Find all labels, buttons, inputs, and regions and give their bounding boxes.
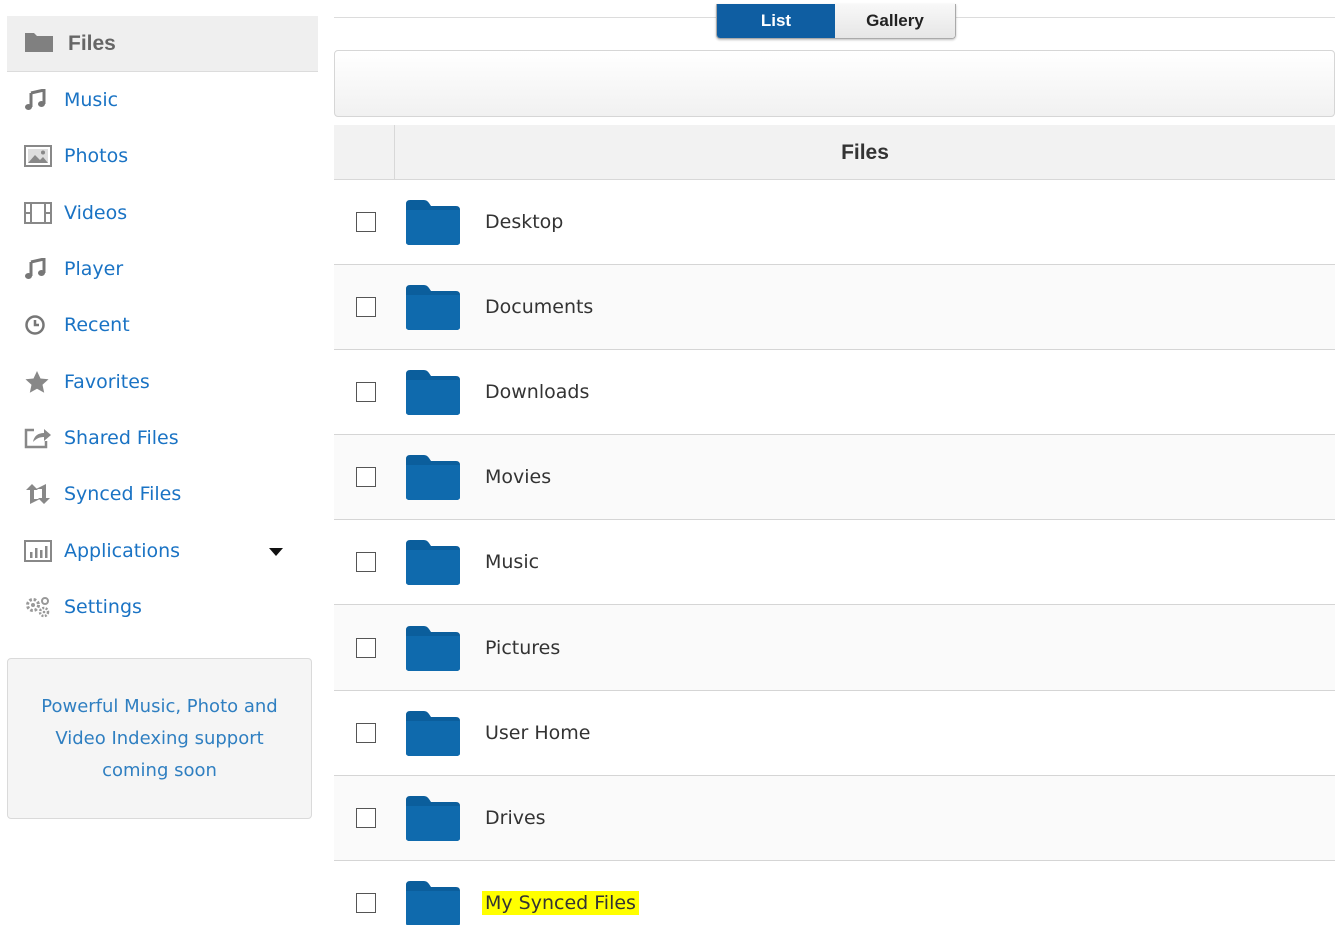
view-toggle: List Gallery	[716, 4, 956, 39]
folder-icon[interactable]	[404, 624, 462, 672]
sidebar-item-label: Favorites	[64, 370, 150, 393]
sidebar-item-favorites[interactable]: Favorites	[7, 353, 318, 409]
film-icon	[24, 201, 52, 225]
file-name[interactable]: Pictures	[482, 636, 563, 660]
clock-icon	[24, 313, 52, 337]
file-name[interactable]: Desktop	[482, 210, 566, 234]
row-checkbox[interactable]	[356, 552, 376, 573]
row-checkbox[interactable]	[356, 722, 376, 743]
sidebar-item-label: Files	[68, 31, 116, 55]
folder-icon	[24, 31, 54, 57]
gears-icon	[24, 595, 52, 619]
table-row[interactable]: Documents	[334, 265, 1335, 351]
sidebar-item-label: Settings	[64, 595, 142, 618]
gallery-view-button[interactable]: Gallery	[835, 4, 955, 38]
music-note-icon	[24, 88, 52, 112]
table-row[interactable]: Pictures	[334, 605, 1335, 691]
folder-icon[interactable]	[404, 283, 462, 331]
sidebar-item-applications[interactable]: Applications	[7, 522, 318, 578]
sidebar-item-label: Applications	[64, 539, 181, 562]
sidebar-item-label: Photos	[64, 145, 129, 168]
column-header-files[interactable]: Files	[395, 125, 1335, 180]
table-row[interactable]: User Home	[334, 691, 1335, 776]
folder-icon[interactable]	[404, 879, 462, 925]
files-table: Files Desktop Documents Downloads Movies Mus…	[334, 125, 1335, 925]
sidebar-item-music[interactable]: Music	[7, 72, 318, 128]
sidebar-item-videos[interactable]: Videos	[7, 185, 318, 241]
table-row[interactable]: Music	[334, 520, 1335, 606]
row-checkbox[interactable]	[356, 297, 376, 318]
file-name[interactable]: Movies	[482, 465, 554, 489]
sidebar-item-label: Shared Files	[64, 426, 179, 449]
sidebar-item-label: Player	[64, 258, 124, 281]
sidebar-item-synced-files[interactable]: Synced Files	[7, 466, 318, 522]
sidebar-item-recent[interactable]: Recent	[7, 297, 318, 353]
table-row[interactable]: Desktop	[334, 180, 1335, 266]
sidebar-item-settings[interactable]: Settings	[7, 579, 318, 635]
star-icon	[24, 370, 52, 394]
sidebar: Files Music Photos Videos Player Recent	[7, 16, 318, 635]
sync-icon	[24, 482, 52, 506]
file-name[interactable]: Downloads	[482, 380, 592, 404]
folder-icon[interactable]	[404, 709, 462, 757]
file-name[interactable]: Documents	[482, 295, 596, 319]
photo-icon	[24, 144, 52, 168]
file-name[interactable]: Drives	[482, 806, 549, 830]
table-row[interactable]: Drives	[334, 775, 1335, 861]
table-row[interactable]: Downloads	[334, 350, 1335, 436]
sidebar-item-label: Synced Files	[64, 483, 182, 506]
row-checkbox[interactable]	[356, 212, 376, 233]
folder-icon[interactable]	[404, 198, 462, 246]
toolbar	[334, 50, 1335, 117]
folder-icon[interactable]	[404, 368, 462, 416]
list-view-button[interactable]: List	[717, 4, 835, 38]
row-checkbox[interactable]	[356, 807, 376, 828]
table-header: Files	[334, 125, 1335, 180]
row-checkbox[interactable]	[356, 893, 376, 914]
promo-box: Powerful Music, Photo and Video Indexing…	[7, 658, 312, 819]
row-checkbox[interactable]	[356, 382, 376, 403]
row-checkbox[interactable]	[356, 637, 376, 658]
file-name[interactable]: My Synced Files	[482, 891, 639, 916]
sidebar-item-files[interactable]: Files	[7, 16, 318, 72]
sidebar-item-photos[interactable]: Photos	[7, 128, 318, 184]
folder-icon[interactable]	[404, 538, 462, 586]
file-name[interactable]: User Home	[482, 721, 593, 745]
sidebar-item-label: Music	[64, 89, 119, 112]
share-icon	[24, 426, 52, 450]
table-row[interactable]: Movies	[334, 435, 1335, 521]
row-checkbox[interactable]	[356, 467, 376, 488]
folder-icon[interactable]	[404, 453, 462, 501]
sidebar-item-label: Recent	[64, 314, 130, 337]
folder-icon[interactable]	[404, 794, 462, 842]
chart-icon	[24, 539, 52, 563]
file-name[interactable]: Music	[482, 550, 542, 574]
sidebar-item-label: Videos	[64, 201, 128, 224]
sidebar-item-player[interactable]: Player	[7, 241, 318, 297]
promo-text: Powerful Music, Photo and Video Indexing…	[41, 695, 278, 781]
music-note-icon	[24, 257, 52, 281]
table-body: Desktop Documents Downloads Movies Music Pict…	[334, 180, 1335, 925]
sidebar-item-shared-files[interactable]: Shared Files	[7, 410, 318, 466]
chevron-down-icon[interactable]	[269, 548, 283, 557]
table-row[interactable]: My Synced Files	[334, 861, 1335, 925]
